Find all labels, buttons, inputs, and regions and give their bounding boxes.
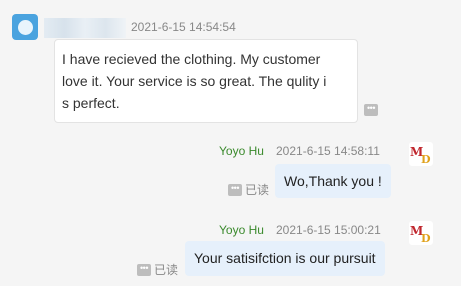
read-status: ••• 已读: [137, 261, 178, 278]
read-status-label: 已读: [154, 263, 179, 277]
more-options-icon[interactable]: •••: [228, 183, 242, 196]
more-options-icon[interactable]: •••: [137, 263, 151, 276]
message-timestamp: 2021-6-15 15:00:21: [276, 223, 381, 237]
sender-name: Yoyo Hu: [219, 144, 264, 158]
message-line: s perfect.: [62, 95, 120, 111]
message-line: love it. Your service is so great. The q…: [62, 73, 327, 89]
message-text: Wo,Thank you !: [284, 173, 382, 189]
svg-text:D: D: [421, 232, 431, 245]
avatar-icon[interactable]: [12, 14, 38, 40]
message-text: Your satisifction is our pursuit: [194, 250, 376, 266]
incoming-message-bubble[interactable]: I have recieved the clothing. My custome…: [54, 39, 358, 123]
md-logo-icon[interactable]: M D: [409, 142, 433, 166]
outgoing-message-bubble[interactable]: Wo,Thank you !: [275, 164, 391, 198]
read-status: ••• 已读: [228, 181, 269, 198]
blurred-sender-name: [44, 18, 126, 38]
message-timestamp: 2021-6-15 14:54:54: [131, 20, 236, 34]
sender-name: Yoyo Hu: [219, 223, 264, 237]
md-logo-icon[interactable]: M D: [409, 221, 433, 245]
outgoing-message-bubble[interactable]: Your satisifction is our pursuit: [185, 241, 385, 276]
more-options-icon[interactable]: •••: [364, 104, 378, 116]
message-line: I have recieved the clothing. My custome…: [62, 51, 321, 67]
svg-text:D: D: [421, 153, 431, 166]
message-timestamp: 2021-6-15 14:58:11: [276, 144, 380, 158]
read-status-label: 已读: [245, 183, 270, 197]
